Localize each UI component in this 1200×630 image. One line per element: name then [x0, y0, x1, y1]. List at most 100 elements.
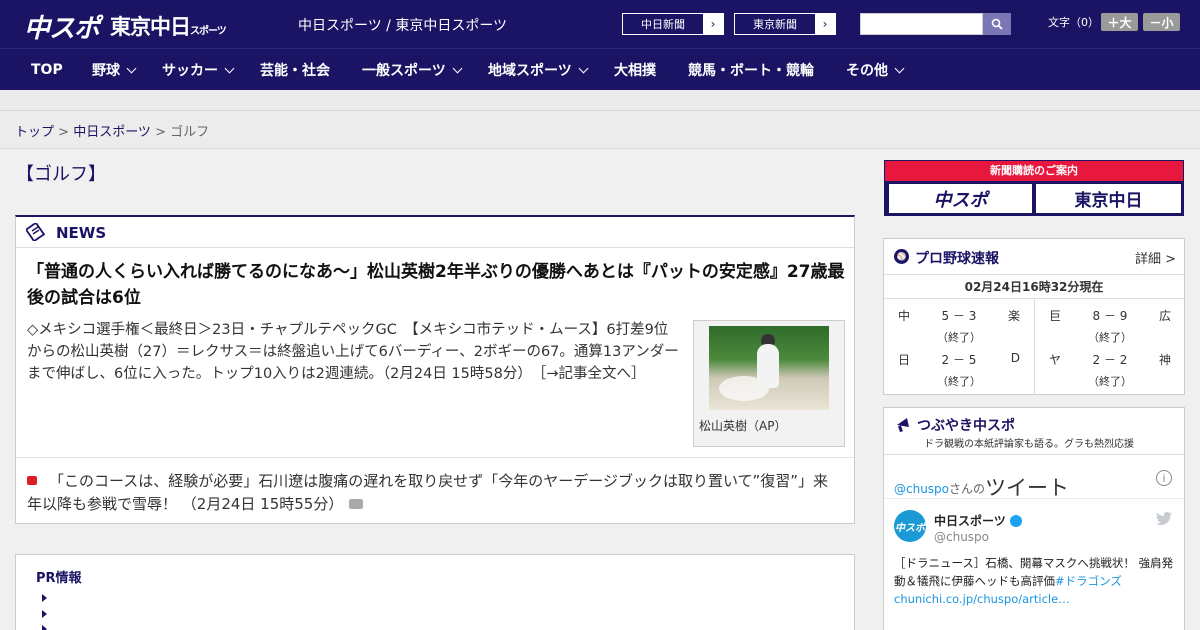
subscribe-tokyo-button[interactable]: 東京中日 — [1036, 184, 1181, 213]
author-name-text: 中日スポーツ — [934, 514, 1006, 528]
chevron-right-icon: › — [815, 14, 835, 34]
nav-label: サッカー — [162, 63, 218, 79]
chevron-down-icon — [126, 63, 137, 73]
avatar[interactable]: 中スポ — [894, 510, 926, 542]
chevron-down-icon — [578, 63, 589, 73]
handle-suffix: さんの — [949, 482, 986, 496]
game-status: （終了） — [937, 375, 981, 388]
hashtag-link[interactable]: #ドラゴンズ — [1055, 574, 1122, 588]
breadcrumb-section-link[interactable]: 中日スポーツ — [73, 125, 151, 140]
page-title: 【ゴルフ】 — [16, 164, 106, 185]
news-panel: NEWS 「普通の人くらい入れば勝てるのになあ～」松山英樹2年半ぶりの優勝へあと… — [15, 215, 855, 524]
team-away: 神 — [1158, 353, 1171, 367]
subscription-banner[interactable]: 新聞購読のご案内 中スポ 東京中日 — [884, 160, 1184, 216]
sub-item-text: 「このコースは、経験が必要」石川遼は腹痛の遅れを取り戻せず「今年のヤーデージブッ… — [27, 472, 829, 513]
baseball-title: プロ野球速報 — [915, 251, 999, 267]
tweet-embed-header: @chuspoさんのツイート i — [884, 455, 1184, 500]
subscribe-chuspo-button[interactable]: 中スポ — [889, 184, 1032, 213]
photo-caption: 松山英樹（AP） — [699, 419, 787, 433]
baseball-scores-panel: ⚾ プロ野球速報 詳細 > 02月24日16時32分現在 中 5 － 3 楽 （… — [883, 238, 1185, 395]
nav-item-general-sports[interactable]: 一般スポーツ — [362, 49, 463, 91]
sub-strip — [0, 90, 1200, 111]
nav-item-racing[interactable]: 競馬・ボート・競輪 — [688, 49, 814, 91]
news-photo — [709, 326, 829, 410]
nav-item-entertainment[interactable]: 芸能・社会 — [260, 49, 330, 91]
team-away: D — [1010, 351, 1020, 365]
news-photo-box[interactable]: 松山英樹（AP） — [693, 320, 845, 447]
nav-label: その他 — [846, 63, 888, 79]
tweet-body: ［ドラニュース］石橋、開幕マスクへ挑戦状！ 強肩発動＆犠飛に伊藤ヘッドも高評価 — [894, 556, 1174, 588]
twitter-header: つぶやき中スポ ドラ観戦の本紙評論家も語る。グラも熱烈応援 — [884, 408, 1184, 455]
pr-panel: PR情報 — [15, 554, 855, 630]
chuspo-logo[interactable]: 中スポ — [24, 8, 100, 45]
tweet-author-handle[interactable]: @chuspo — [934, 530, 989, 544]
tweet-author-name[interactable]: 中日スポーツ — [934, 512, 1022, 529]
megaphone-icon — [897, 418, 909, 433]
tokyo-chunichi-logo[interactable]: 東京中日スポーツ — [110, 11, 227, 41]
nav-label: 野球 — [92, 63, 120, 79]
verified-badge-icon — [1009, 515, 1022, 527]
breadcrumb: トップ > 中日スポーツ > ゴルフ — [15, 121, 209, 140]
nav-item-other[interactable]: その他 — [846, 49, 905, 91]
baseball-header: ⚾ プロ野球速報 詳細 > — [884, 239, 1184, 275]
news-headline[interactable]: 「普通の人くらい入れば勝てるのになあ～」松山英樹2年半ぶりの優勝へあとは『パット… — [27, 259, 847, 311]
nav-label: 大相撲 — [614, 63, 656, 79]
video-icon — [27, 476, 37, 485]
chunichi-shimbun-label: 中日新聞 — [641, 18, 685, 31]
bullet-icon — [42, 594, 47, 602]
news-title: NEWS — [56, 224, 107, 242]
chevron-right-icon: › — [703, 14, 723, 34]
game-row[interactable]: 日 2 － 5 D （終了） — [884, 343, 1034, 388]
chevron-down-icon — [894, 63, 905, 73]
font-size-down-button[interactable]: －小 — [1143, 13, 1180, 31]
nav-item-local-sports[interactable]: 地域スポーツ — [488, 49, 589, 91]
baseball-timestamp: 02月24日16時32分現在 — [884, 275, 1184, 299]
breadcrumb-current: ゴルフ — [170, 125, 210, 140]
article-link[interactable]: chunichi.co.jp/chuspo/article… — [894, 592, 1070, 606]
nav-item-top[interactable]: TOP — [31, 49, 63, 91]
handle-link[interactable]: @chuspo — [894, 482, 949, 496]
search-input[interactable] — [860, 13, 983, 35]
nav-item-baseball[interactable]: 野球 — [92, 49, 137, 91]
tweets-by-handle[interactable]: @chuspoさんのツイート — [894, 470, 1069, 500]
nav-label: 芸能・社会 — [260, 63, 330, 79]
info-icon[interactable]: i — [1156, 470, 1172, 486]
baseball-detail-link[interactable]: 詳細 > — [1135, 248, 1176, 267]
search-icon — [991, 18, 1003, 30]
game-row[interactable]: 巨 8 － 9 広 （終了） — [1035, 299, 1185, 344]
game-status: （終了） — [1088, 375, 1132, 388]
tweets-label: ツイート — [985, 476, 1070, 500]
tokyo-shimbun-button[interactable]: 東京新聞 › — [734, 13, 836, 35]
divider — [16, 457, 854, 458]
breadcrumb-top-link[interactable]: トップ — [15, 125, 54, 140]
tweet-text: ［ドラニュース］石橋、開幕マスクへ挑戦状！ 強肩発動＆犠飛に伊藤ヘッドも高評価#… — [894, 554, 1179, 608]
breadcrumb-separator: > — [150, 125, 171, 140]
bullet-icon — [42, 625, 47, 630]
nav-item-soccer[interactable]: サッカー — [162, 49, 235, 91]
games-column-right: 巨 8 － 9 広 （終了） ヤ 2 － 2 神 （終了） — [1035, 299, 1185, 395]
nav-label: 地域スポーツ — [488, 63, 572, 79]
news-sub-item[interactable]: 「このコースは、経験が必要」石川遼は腹痛の遅れを取り戻せず「今年のヤーデージブッ… — [27, 470, 842, 516]
top-header: 中スポ 東京中日スポーツ 中日スポーツ / 東京中日スポーツ 中日新聞 › 東京… — [0, 0, 1200, 48]
search-button[interactable] — [983, 13, 1011, 35]
news-lead: ◇メキシコ選手権＜最終日＞23日・チャプルテペックGC 【メキシコ市テッド・ムー… — [27, 319, 682, 385]
pr-title: PR情報 — [36, 571, 82, 586]
camera-icon — [349, 499, 364, 509]
font-size-up-button[interactable]: ＋大 — [1101, 13, 1138, 31]
bullet-icon — [42, 610, 47, 618]
game-row[interactable]: 中 5 － 3 楽 （終了） — [884, 299, 1034, 344]
nav-label: 一般スポーツ — [362, 63, 446, 79]
game-row[interactable]: ヤ 2 － 2 神 （終了） — [1035, 343, 1185, 388]
nav-item-sumo[interactable]: 大相撲 — [614, 49, 656, 91]
chevron-down-icon — [224, 63, 235, 73]
chunichi-shimbun-button[interactable]: 中日新聞 › — [622, 13, 724, 35]
font-size-label: 文字（0） — [1048, 16, 1099, 29]
read-more-link[interactable]: ［→記事全文へ］ — [539, 366, 645, 382]
twitter-title: つぶやき中スポ — [917, 418, 1015, 434]
main-nav: TOP 野球 サッカー 芸能・社会 一般スポーツ 地域スポーツ 大相撲 競馬・ボ… — [0, 48, 1200, 90]
breadcrumb-bar: トップ > 中日スポーツ > ゴルフ — [0, 111, 1200, 149]
newspaper-icon — [26, 223, 46, 241]
breadcrumb-separator: > — [54, 125, 74, 140]
twitter-bird-icon[interactable] — [1156, 512, 1172, 525]
tokyo-shimbun-label: 東京新聞 — [753, 18, 797, 31]
